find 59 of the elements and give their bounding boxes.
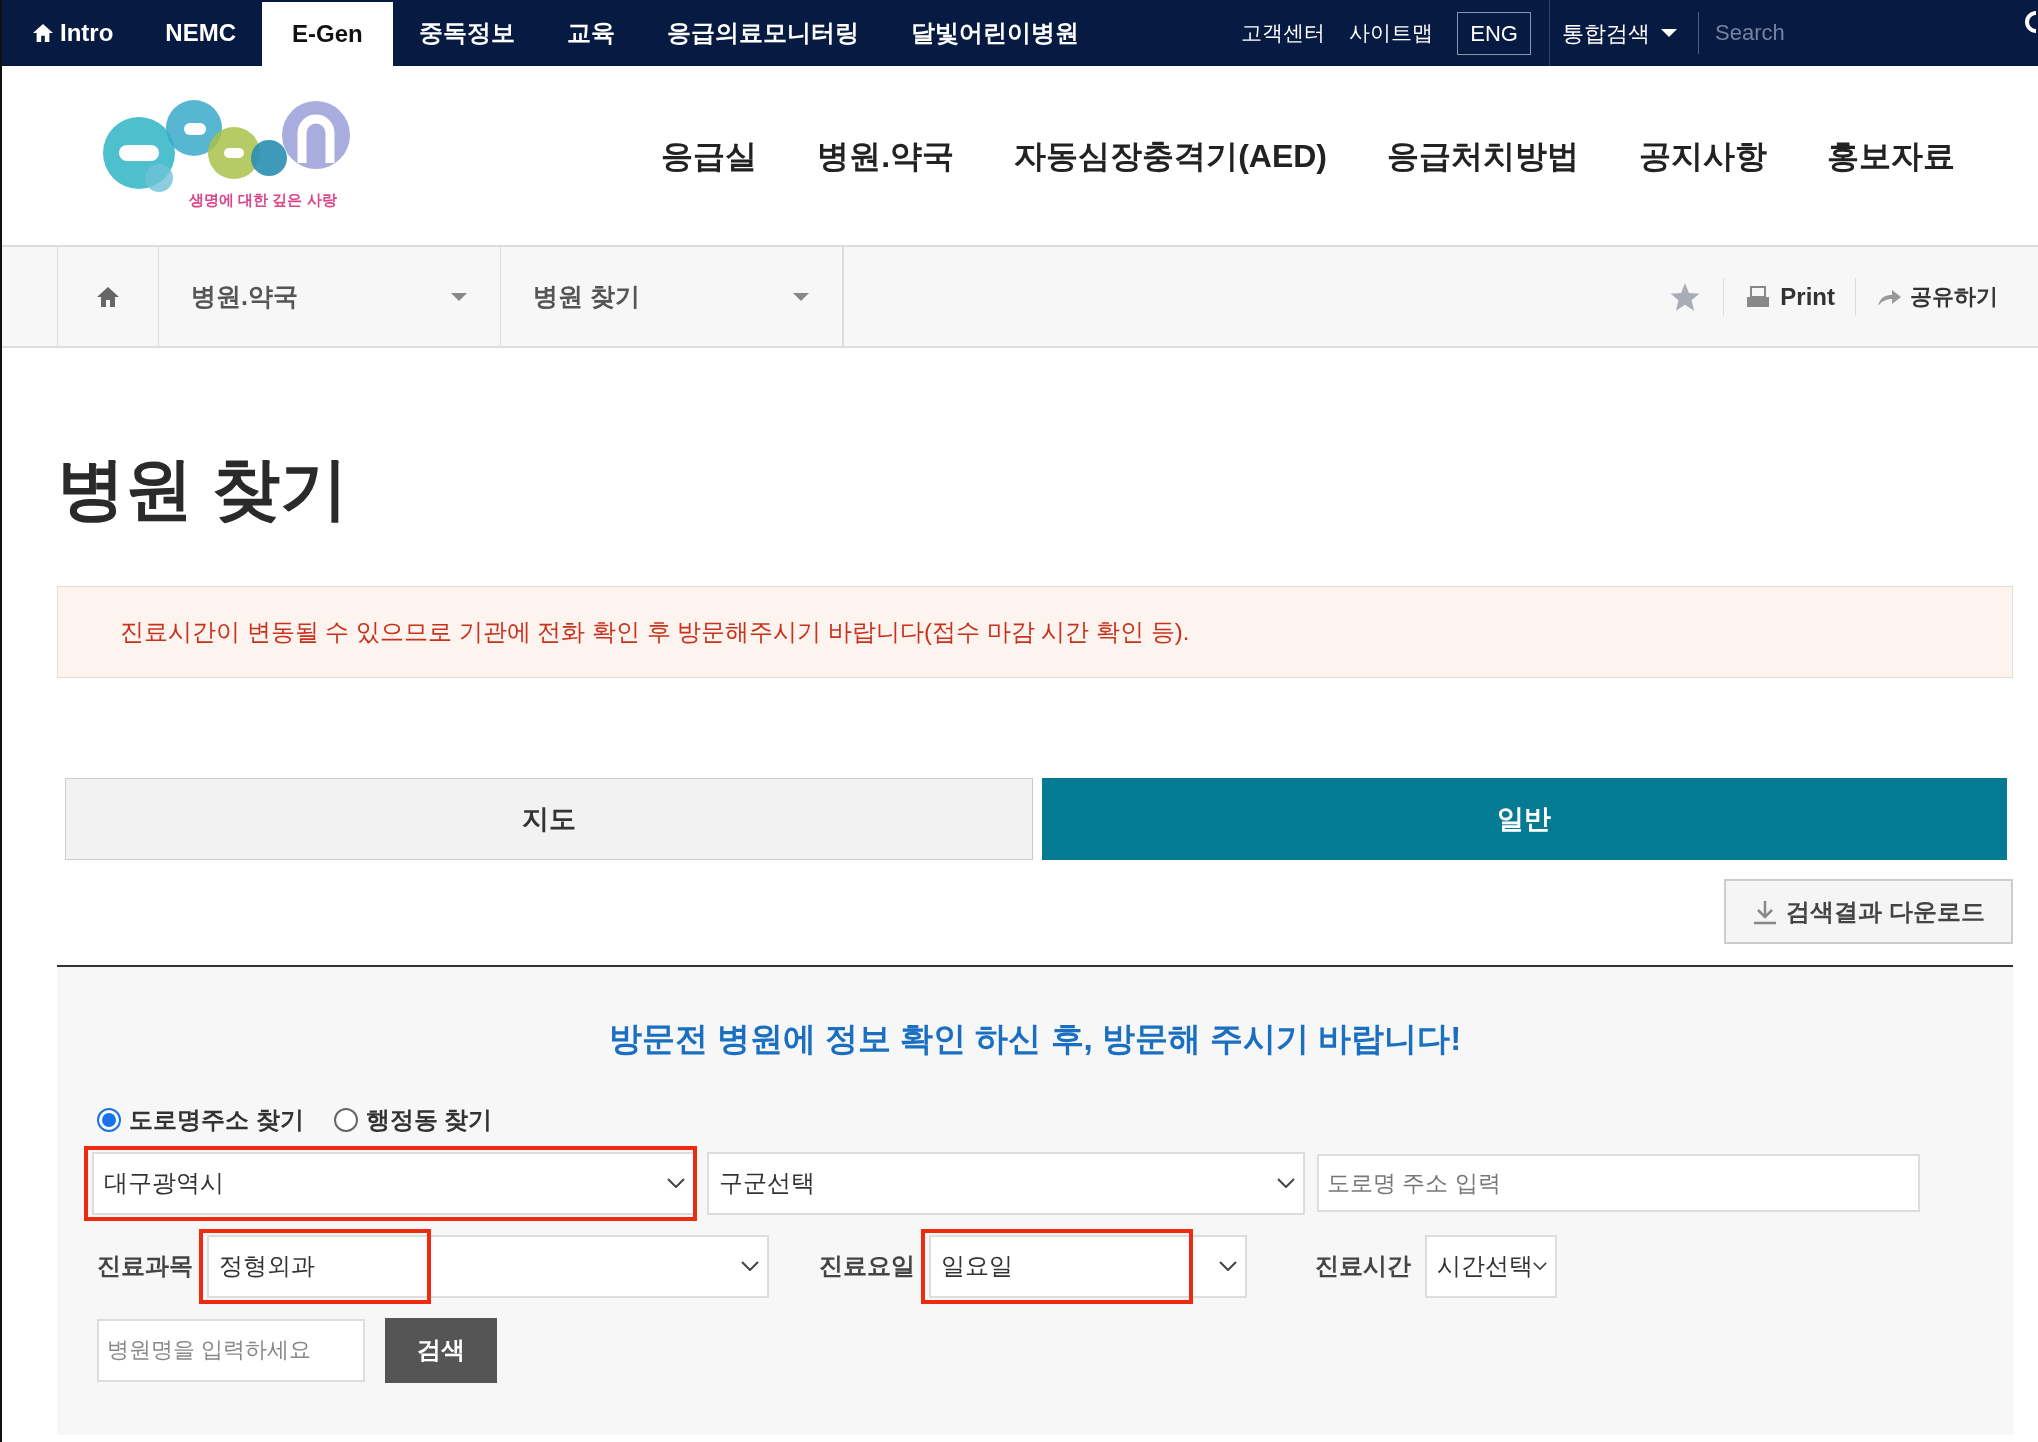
- site-tab[interactable]: 교육: [540, 0, 641, 66]
- field-label: 진료과목: [97, 1251, 193, 1281]
- site-tab[interactable]: 달빛어린이병원: [884, 0, 1105, 66]
- share-button[interactable]: 공유하기: [1876, 280, 1998, 313]
- caret-down-icon: [792, 291, 810, 302]
- print-button[interactable]: Print: [1746, 278, 1835, 315]
- dropdown[interactable]: 정형외과: [207, 1234, 769, 1298]
- dropdown[interactable]: 시간선택: [1425, 1234, 1557, 1298]
- page-title: 병원 찾기: [57, 454, 349, 522]
- radio-button[interactable]: [333, 1107, 358, 1132]
- hospital-name-input[interactable]: 병원명을 입력하세요: [97, 1318, 365, 1382]
- site-tab[interactable]: 응급의료모니터링: [640, 0, 885, 66]
- dropdown[interactable]: 대구광역시: [92, 1151, 695, 1215]
- radio-button[interactable]: [97, 1107, 121, 1132]
- chevron-down-icon: [741, 1261, 759, 1271]
- radio-label: 행정동 찾기: [365, 1104, 493, 1135]
- home-icon: [96, 285, 120, 308]
- site-tab[interactable]: Intro: [6, 0, 140, 66]
- breadcrumb-dropdown[interactable]: 병원.약국: [159, 247, 501, 346]
- notice-text: 진료시간이 변동될 수 있으므로 기관에 전화 확인 후 방문해주시기 바랍니다(접수 마감 시간 확인 등).: [120, 617, 1190, 647]
- breadcrumb-dropdown[interactable]: 병원 찾기: [501, 247, 843, 346]
- caret-down-icon: [1660, 28, 1678, 38]
- egen-logo[interactable]: 생명에 대한 깊은 사랑: [94, 93, 359, 218]
- field-label: 진료요일: [819, 1251, 915, 1281]
- chevron-down-icon: [1277, 1178, 1295, 1188]
- site-tab[interactable]: NEMC: [139, 0, 262, 66]
- main-nav-item[interactable]: 공지사항: [1639, 131, 1767, 180]
- dropdown[interactable]: 구군선택: [707, 1151, 1305, 1215]
- dropdown[interactable]: 일요일: [929, 1234, 1247, 1298]
- search-scope-dropdown[interactable]: 통합검색: [1549, 0, 1698, 66]
- utility-link[interactable]: 사이트맵: [1349, 17, 1434, 49]
- site-tab[interactable]: E-Gen: [262, 2, 393, 66]
- main-nav-item[interactable]: 응급실: [661, 131, 758, 180]
- address-input[interactable]: 도로명 주소 입력: [1317, 1154, 1920, 1212]
- home-icon: [32, 23, 54, 43]
- chevron-down-icon: [1533, 1261, 1547, 1271]
- main-nav-item[interactable]: 자동심장충격기(AED): [1014, 131, 1327, 180]
- search-button[interactable]: 검색: [385, 1317, 497, 1383]
- search-icon[interactable]: [2024, 10, 2038, 34]
- chevron-down-icon: [667, 1178, 685, 1188]
- main-nav-item[interactable]: 응급처치방법: [1387, 131, 1579, 180]
- view-tab[interactable]: 일반: [1041, 778, 2007, 860]
- site-label: Intro: [60, 18, 114, 48]
- view-tab[interactable]: 지도: [65, 778, 1033, 860]
- utility-link[interactable]: 고객센터: [1241, 17, 1326, 49]
- download-button[interactable]: 검색결과 다운로드: [1724, 879, 2013, 944]
- language-button[interactable]: ENG: [1457, 11, 1531, 55]
- printer-icon: [1746, 285, 1771, 308]
- field-label: 진료시간: [1315, 1251, 1411, 1281]
- logo-tagline: 생명에 대한 깊은 사랑: [189, 190, 337, 210]
- download-icon: [1752, 898, 1779, 925]
- radio-label: 도로명주소 찾기: [129, 1104, 304, 1135]
- search-field[interactable]: Search: [1698, 12, 2038, 54]
- main-nav-item[interactable]: 병원.약국: [817, 131, 955, 180]
- main-nav-item[interactable]: 홍보자료: [1827, 131, 1955, 180]
- caret-down-icon: [450, 291, 468, 302]
- site-tab[interactable]: 중독정보: [392, 0, 541, 66]
- chevron-down-icon: [1219, 1261, 1237, 1271]
- search-heading: 방문전 병원에 정보 확인 하신 후, 방문해 주시기 바랍니다!: [607, 1019, 1463, 1059]
